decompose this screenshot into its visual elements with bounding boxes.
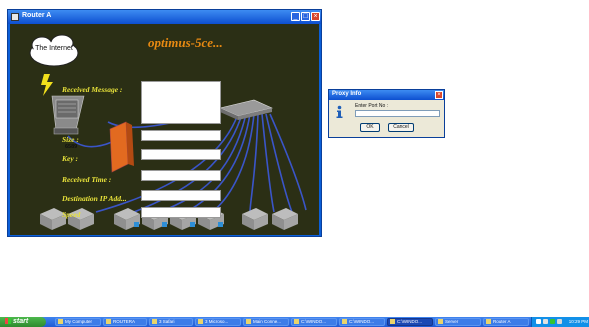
router-window: Router A _ □ × optimus-5ce... The Intern…: [7, 9, 322, 237]
start-label: start: [13, 318, 29, 325]
taskbar-item[interactable]: ROUTERA: [103, 318, 147, 326]
taskbar-item-label: Router A: [493, 319, 511, 324]
taskbar-item-label: 3 Microso...: [205, 319, 229, 324]
key-label: Key :: [62, 154, 79, 163]
app-icon: [438, 319, 443, 324]
port-input[interactable]: [355, 110, 440, 117]
window-titlebar[interactable]: Router A _ □ ×: [8, 10, 321, 24]
received-message-box[interactable]: [141, 81, 221, 124]
destination-ip-label: Destination IP Add...: [62, 194, 127, 203]
cancel-button[interactable]: Cancel: [388, 123, 414, 132]
console-icon: [294, 319, 299, 324]
dialog-titlebar[interactable]: Proxy Info ×: [329, 90, 444, 100]
app-title: optimus-5ce...: [148, 35, 223, 50]
firewall-icon: [109, 121, 134, 173]
port-prompt: Enter Port No :: [355, 103, 389, 109]
dialog-title: Proxy Info: [332, 91, 362, 97]
minimize-button[interactable]: _: [291, 12, 300, 21]
network-icon: [246, 319, 251, 324]
taskbar-item-label: C:\WINDO...: [349, 319, 374, 324]
taskbar-item-label: Server: [445, 319, 459, 324]
taskbar-item[interactable]: Server: [435, 318, 481, 326]
console-icon: [390, 319, 395, 324]
windows-logo-icon: [5, 318, 11, 324]
tray-monitor-icon[interactable]: [557, 319, 562, 324]
taskbar-item-label: ROUTERA: [113, 319, 136, 324]
browser-icon: [152, 319, 157, 324]
tray-shield-icon[interactable]: [550, 319, 555, 324]
maximize-button[interactable]: □: [301, 12, 310, 21]
key-field[interactable]: [141, 149, 221, 160]
network-canvas: optimus-5ce... The Internet 6589 Receive…: [10, 24, 319, 235]
taskbar-item-active[interactable]: C:\WINDO...: [387, 318, 433, 326]
taskbar-item-label: C:\WINDO...: [397, 319, 422, 324]
app-icon: [198, 319, 203, 324]
clock[interactable]: 10:29 PM: [569, 319, 588, 324]
received-time-label: Received Time :: [62, 175, 112, 184]
speed-label: Speed: [62, 210, 81, 219]
proxy-info-dialog: Proxy Info × Enter Port No : OK Cancel: [328, 89, 445, 138]
taskbar-item[interactable]: 3 Microso...: [195, 318, 241, 326]
taskbar-item-label: Main Conne...: [253, 319, 282, 324]
size-field[interactable]: [141, 130, 221, 141]
switch-icon: [219, 99, 273, 120]
taskbar-item[interactable]: Router A: [483, 318, 529, 326]
folder-icon: [106, 319, 111, 324]
tray-network-icon[interactable]: [536, 319, 541, 324]
close-button[interactable]: ×: [311, 12, 320, 21]
system-tray: 10:29 PM: [531, 317, 589, 327]
taskbar-item[interactable]: 3 Safari: [149, 318, 193, 326]
taskbar: start My Computer ROUTERA 3 Safari 3 Mic…: [0, 317, 589, 327]
taskbar-item[interactable]: Main Conne...: [243, 318, 289, 326]
speed-field[interactable]: [141, 207, 221, 218]
window-title: Router A: [22, 12, 52, 19]
start-button[interactable]: start: [0, 317, 46, 327]
received-message-label: Received Message :: [62, 85, 123, 94]
info-icon: [336, 105, 343, 118]
taskbar-item[interactable]: C:\WINDO...: [291, 318, 337, 326]
received-time-field[interactable]: [141, 170, 221, 181]
lightning-icon: [41, 74, 53, 96]
router-label: 6589: [65, 144, 78, 150]
app-icon: [11, 13, 19, 21]
taskbar-item[interactable]: My Computer: [55, 318, 101, 326]
taskbar-item-label: My Computer: [65, 319, 93, 324]
taskbar-item[interactable]: C:\WINDO...: [339, 318, 385, 326]
console-icon: [342, 319, 347, 324]
ok-button[interactable]: OK: [360, 123, 380, 132]
folder-icon: [58, 319, 63, 324]
taskbar-item-label: C:\WINDO...: [301, 319, 326, 324]
dialog-close-button[interactable]: ×: [435, 91, 443, 99]
app-icon: [486, 319, 491, 324]
router-icon: [51, 95, 85, 135]
tray-speaker-icon[interactable]: [543, 319, 548, 324]
internet-label: The Internet: [35, 45, 73, 52]
size-label: Size :: [62, 135, 79, 144]
destination-ip-field[interactable]: [141, 190, 221, 201]
taskbar-item-label: 3 Safari: [159, 319, 175, 324]
